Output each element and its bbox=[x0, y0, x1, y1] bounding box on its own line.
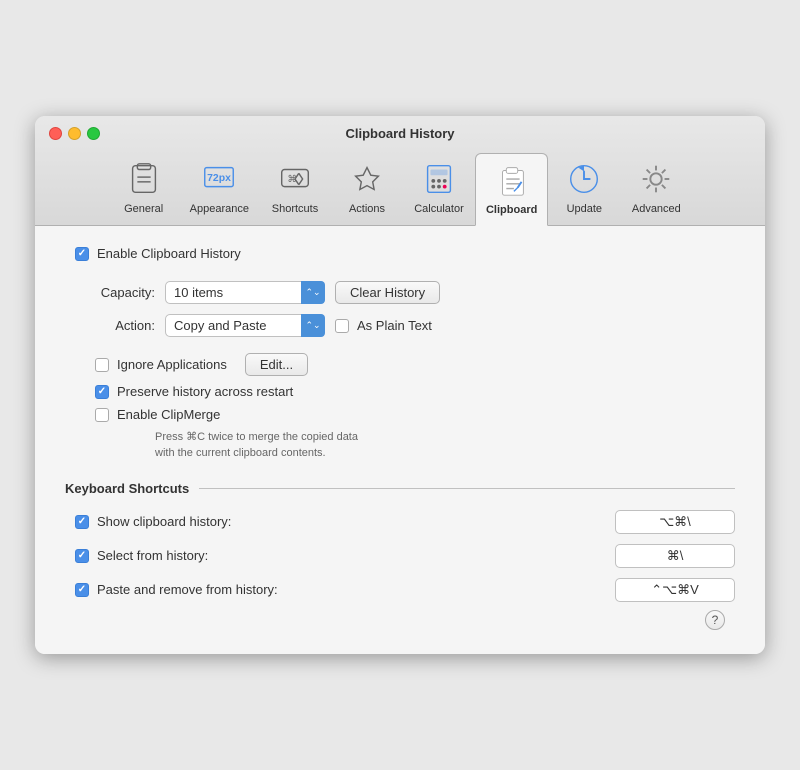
action-select-wrapper: Copy and Paste Paste Copy bbox=[165, 314, 325, 337]
toolbar: General 72px Appearance ⌘ bbox=[108, 149, 693, 225]
edit-button[interactable]: Edit... bbox=[245, 353, 308, 376]
tab-shortcuts-label: Shortcuts bbox=[272, 203, 318, 215]
tab-actions[interactable]: Actions bbox=[331, 153, 403, 225]
minimize-button[interactable] bbox=[68, 127, 81, 140]
shortcuts-icon: ⌘ bbox=[275, 159, 315, 199]
tab-update[interactable]: Update bbox=[548, 153, 620, 225]
tab-appearance-label: Appearance bbox=[190, 203, 249, 215]
shortcut-row-select: Select from history: ⌘\ bbox=[75, 544, 735, 568]
enable-label: Enable Clipboard History bbox=[97, 246, 241, 261]
preserve-history-checkbox[interactable] bbox=[95, 385, 109, 399]
appearance-icon: 72px bbox=[199, 159, 239, 199]
action-select[interactable]: Copy and Paste Paste Copy bbox=[165, 314, 325, 337]
keyboard-shortcuts-section: Keyboard Shortcuts Show clipboard histor… bbox=[65, 481, 735, 602]
ignore-apps-row: Ignore Applications Edit... bbox=[95, 353, 735, 376]
paste-remove-checkbox[interactable] bbox=[75, 583, 89, 597]
shortcut-row-show: Show clipboard history: ⌥⌘\ bbox=[75, 510, 735, 534]
clipboard-icon bbox=[492, 160, 532, 200]
paste-remove-key[interactable]: ⌃⌥⌘V bbox=[615, 578, 735, 602]
tab-shortcuts[interactable]: ⌘ Shortcuts bbox=[259, 153, 331, 225]
titlebar-top: Clipboard History bbox=[49, 126, 751, 141]
maximize-button[interactable] bbox=[87, 127, 100, 140]
select-history-key[interactable]: ⌘\ bbox=[615, 544, 735, 568]
update-icon bbox=[564, 159, 604, 199]
content-area: Enable Clipboard History Capacity: 5 ite… bbox=[35, 226, 765, 654]
calculator-icon bbox=[419, 159, 459, 199]
traffic-lights bbox=[49, 127, 100, 140]
tab-calculator[interactable]: Calculator bbox=[403, 153, 475, 225]
section-divider bbox=[199, 488, 735, 489]
tab-general[interactable]: General bbox=[108, 153, 180, 225]
tab-actions-label: Actions bbox=[349, 203, 385, 215]
enable-checkbox[interactable] bbox=[75, 247, 89, 261]
shortcut-rows: Show clipboard history: ⌥⌘\ Select from … bbox=[75, 510, 735, 602]
general-icon bbox=[124, 159, 164, 199]
clipmerge-description: Press ⌘C twice to merge the copied dataw… bbox=[155, 430, 455, 461]
as-plain-text-label: As Plain Text bbox=[357, 318, 432, 333]
clipmerge-label: Enable ClipMerge bbox=[117, 407, 220, 422]
tab-update-label: Update bbox=[567, 203, 602, 215]
keyboard-shortcuts-title: Keyboard Shortcuts bbox=[65, 481, 189, 496]
action-row: Action: Copy and Paste Paste Copy As Pla… bbox=[85, 314, 735, 337]
shortcut-row-paste-remove: Paste and remove from history: ⌃⌥⌘V bbox=[75, 578, 735, 602]
ignore-apps-label: Ignore Applications bbox=[117, 357, 227, 372]
close-button[interactable] bbox=[49, 127, 62, 140]
tab-advanced-label: Advanced bbox=[632, 203, 681, 215]
as-plain-text-checkbox[interactable] bbox=[335, 319, 349, 333]
tab-appearance[interactable]: 72px Appearance bbox=[180, 153, 259, 225]
show-history-checkbox[interactable] bbox=[75, 515, 89, 529]
titlebar: Clipboard History General bbox=[35, 116, 765, 226]
select-history-checkbox[interactable] bbox=[75, 549, 89, 563]
window-title: Clipboard History bbox=[49, 126, 751, 141]
action-label: Action: bbox=[85, 318, 155, 333]
form-rows: Capacity: 5 items 10 items 20 items 50 i… bbox=[85, 281, 735, 337]
svg-text:72px: 72px bbox=[207, 173, 231, 184]
help-button[interactable]: ? bbox=[705, 610, 725, 630]
tab-general-label: General bbox=[124, 203, 163, 215]
capacity-row: Capacity: 5 items 10 items 20 items 50 i… bbox=[85, 281, 735, 304]
capacity-label: Capacity: bbox=[85, 285, 155, 300]
select-history-label: Select from history: bbox=[97, 548, 297, 563]
help-area: ? bbox=[65, 602, 735, 634]
preserve-history-label: Preserve history across restart bbox=[117, 384, 293, 399]
tab-calculator-label: Calculator bbox=[414, 203, 464, 215]
main-window: Clipboard History General bbox=[35, 116, 765, 654]
options-section: Ignore Applications Edit... Preserve his… bbox=[95, 353, 735, 461]
show-history-key[interactable]: ⌥⌘\ bbox=[615, 510, 735, 534]
clear-history-button[interactable]: Clear History bbox=[335, 281, 440, 304]
tab-advanced[interactable]: Advanced bbox=[620, 153, 692, 225]
advanced-icon bbox=[636, 159, 676, 199]
as-plain-text-row: As Plain Text bbox=[335, 318, 432, 333]
paste-remove-label: Paste and remove from history: bbox=[97, 582, 297, 597]
enable-row: Enable Clipboard History bbox=[75, 246, 735, 261]
show-history-label: Show clipboard history: bbox=[97, 514, 297, 529]
capacity-select-wrapper: 5 items 10 items 20 items 50 items 100 i… bbox=[165, 281, 325, 304]
actions-icon bbox=[347, 159, 387, 199]
capacity-select[interactable]: 5 items 10 items 20 items 50 items 100 i… bbox=[165, 281, 325, 304]
tab-clipboard[interactable]: Clipboard bbox=[475, 153, 548, 226]
clipmerge-checkbox[interactable] bbox=[95, 408, 109, 422]
clipmerge-row: Enable ClipMerge bbox=[95, 407, 735, 422]
ignore-apps-checkbox[interactable] bbox=[95, 358, 109, 372]
section-header: Keyboard Shortcuts bbox=[65, 481, 735, 496]
preserve-history-row: Preserve history across restart bbox=[95, 384, 735, 399]
tab-clipboard-label: Clipboard bbox=[486, 204, 537, 216]
